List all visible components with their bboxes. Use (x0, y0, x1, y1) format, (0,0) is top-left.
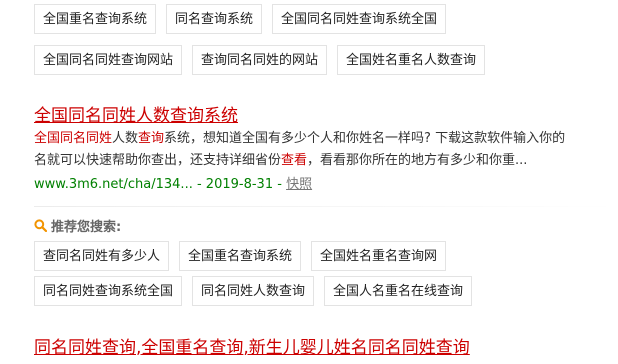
related-search-chip[interactable]: 全国姓名重名人数查询 (337, 45, 486, 75)
recommend-search-chip[interactable]: 全国重名查询系统 (179, 241, 302, 271)
recommend-search-chip[interactable]: 查同名同姓有多少人 (34, 241, 170, 271)
related-search-chip[interactable]: 全国同名同姓查询系统全国 (272, 4, 447, 34)
related-search-chip[interactable]: 全国重名查询系统 (34, 4, 157, 34)
snippet-text: 名就可以快速帮助你查出，还支持详细省份 (34, 153, 282, 168)
search-icon (34, 219, 47, 232)
cache-link[interactable]: 快照 (286, 177, 312, 192)
recommend-heading: 推荐您搜索: (34, 216, 121, 235)
recommend-label: 推荐您搜索: (51, 220, 122, 235)
snippet-text: 人数 (112, 131, 139, 146)
title-highlight: 同名同姓查询 (34, 338, 136, 358)
recommend-search-chip[interactable]: 全国姓名重名查询网 (311, 241, 447, 271)
title-highlight: 同名同姓查询 (367, 338, 470, 358)
recommend-search-chip[interactable]: 同名同姓查询系统全国 (34, 276, 183, 306)
related-row-1: 全国重名查询系统 同名查询系统 全国同名同姓查询系统全国 (34, 4, 447, 34)
related-search-chip[interactable]: 全国同名同姓查询网站 (34, 45, 183, 75)
result-snippet: 全国同名同姓人数查询系统，想知道全国有多少个人和你姓名一样吗? 下载这款软件输入… (34, 128, 618, 172)
recommend-search-chip[interactable]: 同名同姓人数查询 (192, 276, 315, 306)
related-row-2: 全国同名同姓查询网站 查询同名同姓的网站 全国姓名重名人数查询 (34, 45, 486, 75)
result-title-link[interactable]: 全国同名同姓人数查询系统 (34, 101, 238, 126)
divider (34, 206, 618, 207)
search-results-page: 全国重名查询系统 同名查询系统 全国同名同姓查询系统全国 全国同名同姓查询网站 … (0, 0, 618, 364)
recommend-row-1: 查同名同姓有多少人 全国重名查询系统 全国姓名重名查询网 (34, 241, 447, 271)
related-search-chip[interactable]: 查询同名同姓的网站 (192, 45, 328, 75)
recommend-search-chip[interactable]: 全国人名重名在线查询 (324, 276, 473, 306)
recommend-row-2: 同名同姓查询系统全国 同名同姓人数查询 全国人名重名在线查询 (34, 276, 473, 306)
related-search-chip[interactable]: 同名查询系统 (166, 4, 263, 34)
snippet-text: ，看看那你所在的地方有多少和你重... (307, 153, 528, 168)
snippet-highlight: 查看 (281, 153, 308, 168)
result-title-link[interactable]: 同名同姓查询,全国重名查询,新生儿婴儿姓名同名同姓查询 (34, 333, 470, 358)
title-text: ,新生儿婴儿姓名 (243, 338, 368, 358)
snippet-highlight: 查询 (138, 131, 165, 146)
snippet-highlight: 全国同名同姓 (34, 131, 113, 146)
result-date: - 2019-8-31 - (196, 177, 282, 192)
snippet-text: 系统，想知道全国有多少个人和你姓名一样吗? 下载这款软件输入你的 (164, 131, 566, 146)
result-meta: www.3m6.net/cha/134... - 2019-8-31 - 快照 (34, 173, 312, 192)
title-highlight: 全国重名查询 (141, 338, 244, 358)
result-url[interactable]: www.3m6.net/cha/134... (34, 177, 193, 192)
